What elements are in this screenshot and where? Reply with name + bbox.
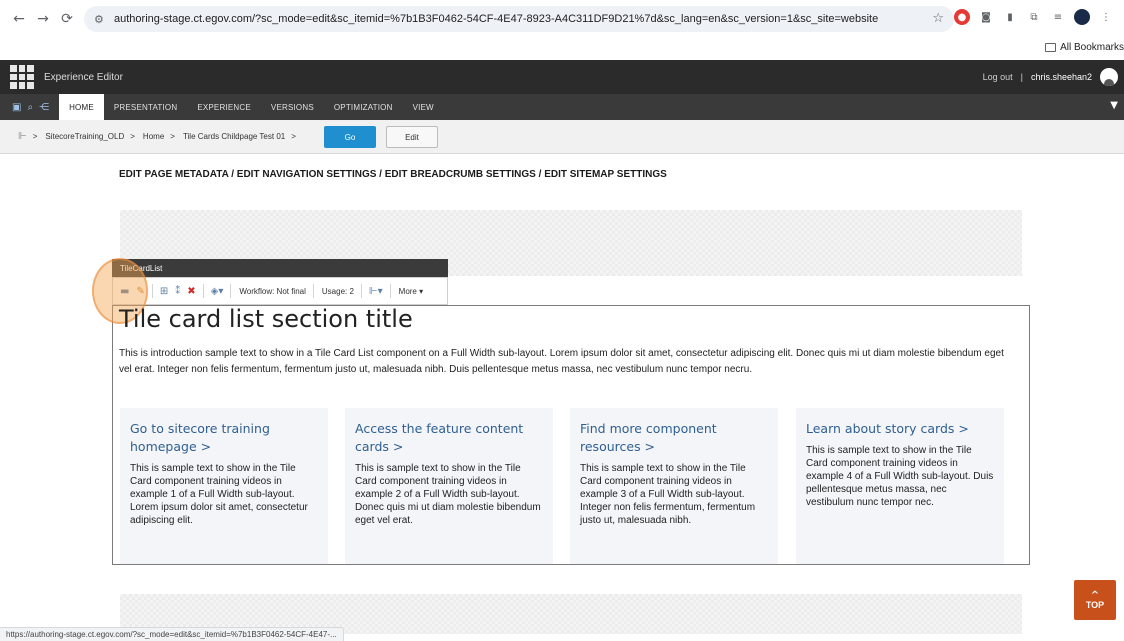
edit-button[interactable]: Edit xyxy=(386,126,438,148)
component-name-label: TileCardList xyxy=(112,259,448,277)
profile-avatar-icon[interactable] xyxy=(1074,9,1090,25)
url-text: authoring-stage.ct.egov.com/?sc_mode=edi… xyxy=(114,13,879,25)
reload-icon[interactable]: ⟳ xyxy=(56,8,78,30)
top-label: TOP xyxy=(1085,599,1105,610)
extensions-puzzle-icon[interactable]: ⧉ xyxy=(1026,9,1042,25)
quick-actions: ▣ ⌕ ⋲ xyxy=(12,102,49,113)
bookmarks-bar: All Bookmarks xyxy=(0,38,1124,60)
component-settings-icon[interactable]: ⁑ xyxy=(175,286,180,297)
tab-home[interactable]: HOME xyxy=(59,94,104,120)
card-title-link[interactable]: Find more component resources > xyxy=(580,420,768,456)
metadata-links[interactable]: EDIT PAGE METADATA / EDIT NAVIGATION SET… xyxy=(119,169,667,180)
all-bookmarks-label: All Bookmarks xyxy=(1060,42,1124,53)
breadcrumb-separator: > xyxy=(130,132,135,141)
more-dropdown[interactable]: More ▾ xyxy=(399,287,423,296)
tree-dropdown-icon[interactable]: ⊩▾ xyxy=(369,286,383,297)
user-avatar-icon[interactable] xyxy=(1100,68,1118,86)
user-area: Log out | chris.sheehan2 xyxy=(983,68,1118,86)
back-to-top-button[interactable]: ^ TOP xyxy=(1074,580,1116,620)
tab-versions[interactable]: VERSIONS xyxy=(261,94,324,120)
logout-link[interactable]: Log out xyxy=(983,72,1013,82)
status-bar-url: https://authoring-stage.ct.egov.com/?sc_… xyxy=(0,627,344,641)
breadcrumb-separator: > xyxy=(170,132,175,141)
site-settings-icon[interactable]: ⚙ xyxy=(94,13,108,26)
move-component-icon[interactable]: ⊞ xyxy=(160,286,168,297)
tab-experience[interactable]: EXPERIENCE xyxy=(187,94,261,120)
section-intro[interactable]: This is introduction sample text to show… xyxy=(119,346,1019,378)
experience-editor-header: Experience Editor Log out | chris.sheeha… xyxy=(0,60,1124,94)
breadcrumb-separator: > xyxy=(32,132,38,141)
tile-card[interactable]: Access the feature content cards > This … xyxy=(345,408,553,564)
folder-icon xyxy=(1045,43,1057,52)
toolbar-divider xyxy=(202,284,204,298)
sitecore-logo-icon[interactable] xyxy=(10,65,34,89)
breadcrumb-item-page[interactable]: Tile Cards Childpage Test 01 xyxy=(183,132,285,141)
component-toolbar: ▬ ✎ ⊞ ⁑ ✖ ◈▾ Workflow: Not final Usage: … xyxy=(112,277,448,305)
card-title-link[interactable]: Go to sitecore training homepage > xyxy=(130,420,318,456)
breadcrumb-item-home[interactable]: Home xyxy=(143,132,164,141)
chevron-down-icon[interactable]: ▼ xyxy=(1110,100,1118,111)
breadcrumb-item-root[interactable]: SitecoreTraining_OLD xyxy=(45,132,124,141)
card-text: This is sample text to show in the Tile … xyxy=(355,463,541,526)
delete-icon[interactable]: ✖ xyxy=(187,286,195,297)
bookmark-star-icon[interactable]: ☆ xyxy=(932,11,944,26)
browser-toolbar: ← → ⟳ ⚙ authoring-stage.ct.egov.com/?sc_… xyxy=(0,0,1124,38)
username: chris.sheehan2 xyxy=(1030,72,1092,82)
toolbar-divider xyxy=(151,284,153,298)
menu-kebab-icon[interactable]: ⋮ xyxy=(1098,9,1114,25)
extension-icons: ● ◙ ▮ ⧉ ≡ ⋮ xyxy=(954,9,1114,25)
extension-red-icon[interactable]: ● xyxy=(954,9,970,25)
usage-count[interactable]: Usage: 2 xyxy=(322,287,354,296)
tab-view[interactable]: VIEW xyxy=(403,94,444,120)
card-text: This is sample text to show in the Tile … xyxy=(806,445,994,508)
card-title-link[interactable]: Access the feature content cards > xyxy=(355,420,543,456)
workflow-status: Workflow: Not final xyxy=(239,286,306,296)
tree-icon[interactable]: ⊩ xyxy=(18,131,27,142)
card-text: This is sample text to show in the Tile … xyxy=(580,463,756,526)
toolbar-divider xyxy=(312,284,314,298)
go-button[interactable]: Go xyxy=(324,126,376,148)
card-title-link[interactable]: Learn about story cards > xyxy=(806,420,994,438)
save-icon[interactable]: ▣ xyxy=(12,102,21,113)
card-text: This is sample text to show in the Tile … xyxy=(130,463,308,526)
breadcrumb: ⊩ > SitecoreTraining_OLD > Home > Tile C… xyxy=(0,120,1124,154)
tile-card[interactable]: Find more component resources > This is … xyxy=(570,408,778,564)
editor-title: Experience Editor xyxy=(44,71,123,83)
section-title[interactable]: Tile card list section title xyxy=(119,305,413,333)
address-bar[interactable]: ⚙ authoring-stage.ct.egov.com/?sc_mode=e… xyxy=(84,6,954,32)
share-icon[interactable]: ⋲ xyxy=(39,102,49,113)
back-arrow-icon[interactable]: ← xyxy=(8,8,30,30)
more-label: More xyxy=(398,286,417,296)
tile-card[interactable]: Go to sitecore training homepage > This … xyxy=(120,408,328,564)
extension-camera-icon[interactable]: ◙ xyxy=(978,9,994,25)
tab-optimization[interactable]: OPTIMIZATION xyxy=(324,94,403,120)
search-icon[interactable]: ⌕ xyxy=(27,102,33,113)
chevron-up-icon: ^ xyxy=(1090,589,1100,601)
ribbon-tabs: ▣ ⌕ ⋲ HOME PRESENTATION EXPERIENCE VERSI… xyxy=(0,94,1124,120)
toolbar-divider xyxy=(389,284,391,298)
tile-card[interactable]: Learn about story cards > This is sample… xyxy=(796,408,1004,564)
breadcrumb-separator[interactable]: > xyxy=(291,132,296,141)
personalize-dropdown-icon[interactable]: ◈▾ xyxy=(211,286,224,297)
reading-list-icon[interactable]: ≡ xyxy=(1050,9,1066,25)
extension-doc-icon[interactable]: ▮ xyxy=(1002,9,1018,25)
toolbar-divider xyxy=(360,284,362,298)
user-separator: | xyxy=(1020,72,1023,82)
forward-arrow-icon[interactable]: → xyxy=(32,8,54,30)
all-bookmarks[interactable]: All Bookmarks xyxy=(1045,42,1124,53)
tab-presentation[interactable]: PRESENTATION xyxy=(104,94,187,120)
toolbar-divider xyxy=(230,284,232,298)
